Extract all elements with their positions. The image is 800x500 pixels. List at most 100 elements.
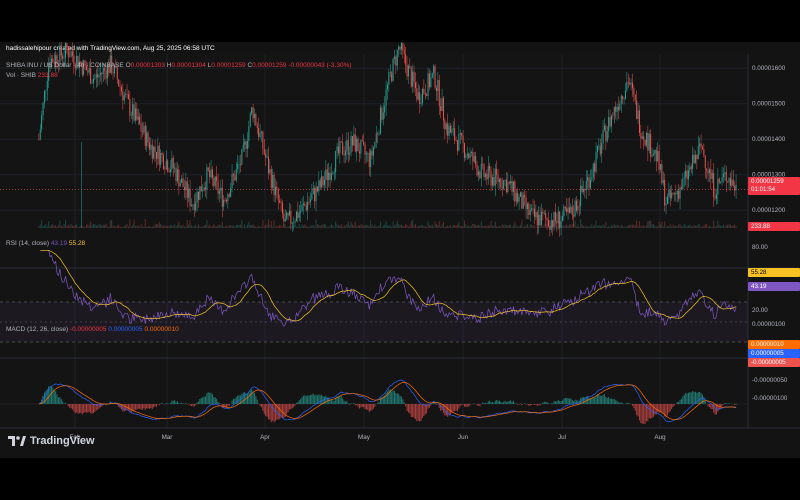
candle-body (372, 147, 374, 156)
macd-histogram-bar (123, 404, 125, 412)
volume-bar (585, 225, 587, 228)
volume-bar (652, 224, 654, 228)
volume-bar (710, 226, 712, 228)
volume-bar (90, 221, 92, 228)
candle-body (118, 79, 120, 87)
macd-histogram-bar (273, 404, 275, 423)
candle-body (406, 64, 408, 77)
macd-histogram-bar (140, 404, 142, 410)
macd-histogram-bar (536, 404, 538, 406)
volume-bar (207, 226, 209, 228)
tradingview-logo[interactable]: TradingView (8, 435, 95, 447)
candle-body (710, 169, 712, 179)
volume-bar (139, 226, 141, 228)
macd-histogram-bar (151, 404, 153, 410)
chart-canvas[interactable]: Feb Mar Apr May Jun Jul Aug0.000016000.0000150… (0, 42, 800, 458)
volume-bar (605, 221, 607, 228)
macd-histogram-bar (566, 398, 568, 404)
volume-bar (662, 226, 664, 228)
candle-body (105, 70, 107, 79)
macd-histogram-bar (297, 401, 299, 404)
volume-bar (718, 224, 720, 228)
macd-histogram-bar (337, 396, 339, 404)
candle-body (624, 90, 626, 99)
macd-histogram-bar (417, 404, 419, 421)
volume-bar (330, 224, 332, 228)
volume-bar (364, 224, 366, 228)
candle-body (204, 187, 206, 190)
volume-bar (673, 226, 675, 228)
candle-body (64, 42, 66, 58)
volume-bar (622, 225, 624, 228)
macd-histogram-bar (662, 404, 664, 414)
macd-histogram-bar (710, 404, 712, 410)
candle-body (203, 187, 205, 191)
volume-bar (496, 226, 498, 228)
volume-legend[interactable]: Vol · SHIB 233.88 (6, 72, 58, 79)
candle-body (598, 145, 600, 147)
candle-body (147, 132, 149, 143)
candle-body (293, 222, 295, 223)
volume-bar (561, 225, 563, 228)
candle-body (589, 179, 591, 189)
candle-body (336, 146, 338, 152)
volume-bar (701, 226, 703, 228)
candle-body (577, 206, 579, 211)
volume-bar (715, 225, 717, 228)
candle-body (734, 185, 736, 191)
volume-bar (690, 225, 692, 228)
volume-bar (332, 225, 334, 228)
volume-bar (225, 225, 227, 228)
candle-body (414, 82, 416, 89)
candle-body (196, 191, 198, 203)
volume-bar (378, 225, 380, 228)
rsi-tag: 43.19 (748, 282, 800, 291)
candle-body (484, 173, 486, 177)
volume-bar (617, 225, 619, 228)
candle-body (550, 220, 552, 230)
macd-histogram-bar (697, 392, 699, 404)
volume-bar (62, 226, 64, 228)
macd-histogram-bar (461, 404, 463, 405)
candle-body (112, 72, 114, 74)
volume-bar (64, 220, 66, 228)
volume-bar (704, 224, 706, 228)
volume-bar (108, 226, 110, 228)
candle-body (314, 188, 316, 202)
candle-body (417, 92, 419, 100)
volume-bar (440, 226, 442, 228)
volume-bar (111, 219, 113, 228)
volume-bar (524, 225, 526, 228)
symbol-legend[interactable]: SHIBA INU / US Dollar · 4h · COINBASE O0… (6, 62, 352, 69)
macd-histogram-bar (689, 392, 691, 404)
macd-legend[interactable]: MACD (12, 26, close) -0.00000005 0.00000… (6, 326, 179, 333)
candle-body (662, 179, 664, 184)
macd-histogram-bar (332, 400, 334, 404)
volume-bar (447, 225, 449, 228)
volume-bar (714, 226, 716, 228)
volume-bar (468, 225, 470, 228)
volume-bar (372, 226, 374, 228)
macd-histogram-bar (647, 404, 649, 422)
volume-bar (328, 226, 330, 228)
macd-histogram-bar (67, 404, 69, 407)
macd-histogram-bar (634, 404, 636, 411)
volume-bar (666, 226, 668, 228)
volume-bar (570, 224, 572, 228)
volume-bar (435, 224, 437, 228)
open-value: 0.00001303 (130, 62, 165, 69)
volume-bar (277, 226, 279, 228)
candle-body (171, 157, 173, 169)
macd-histogram-bar (416, 404, 418, 422)
candle-body (181, 178, 183, 183)
macd-histogram-bar (343, 400, 345, 404)
volume-bar (658, 221, 660, 228)
volume-bar (83, 226, 85, 228)
candle-body (162, 155, 164, 169)
volume-bar (304, 224, 306, 228)
candle-body (217, 181, 219, 194)
volume-bar (84, 226, 86, 228)
volume-bar (589, 226, 591, 228)
rsi-legend[interactable]: RSI (14, close) 43.19 55.28 (6, 240, 85, 247)
macd-histogram-bar (209, 392, 211, 404)
